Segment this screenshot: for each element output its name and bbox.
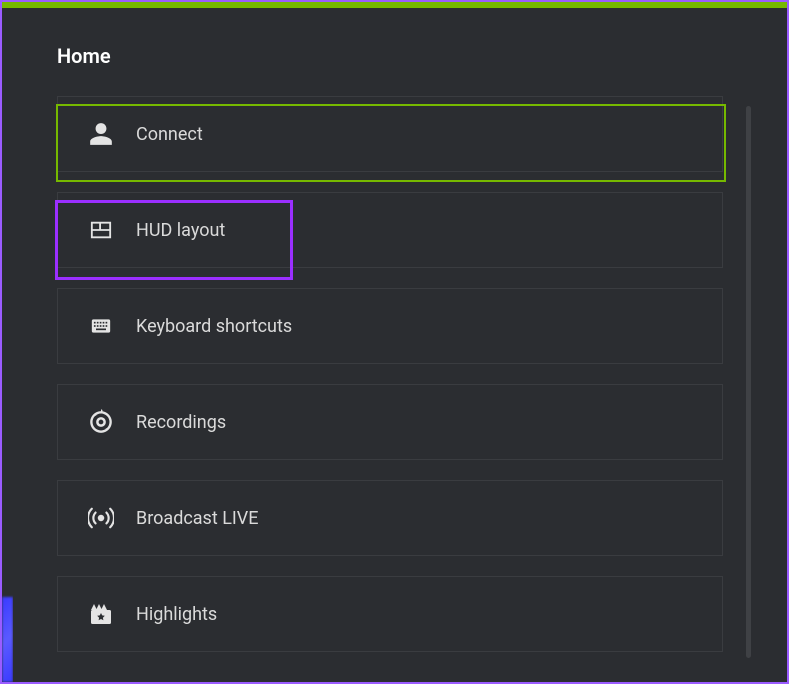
settings-panel: Home Connect HUD layout <box>13 8 787 682</box>
menu-list: Connect HUD layout <box>57 96 723 652</box>
page-title: Home <box>57 44 743 68</box>
menu-item-broadcast-live[interactable]: Broadcast LIVE <box>57 480 723 556</box>
menu-item-keyboard-shortcuts[interactable]: Keyboard shortcuts <box>57 288 723 364</box>
menu-item-label: Highlights <box>136 604 217 625</box>
menu-item-connect[interactable]: Connect <box>57 96 723 172</box>
menu-item-label: Broadcast LIVE <box>136 508 258 529</box>
menu-item-label: Keyboard shortcuts <box>136 316 292 337</box>
menu-item-hud-layout[interactable]: HUD layout <box>57 192 723 268</box>
menu-item-label: HUD layout <box>136 220 225 241</box>
record-icon <box>86 407 116 437</box>
keyboard-icon <box>86 311 116 341</box>
menu-item-label: Recordings <box>136 412 226 433</box>
scrollbar[interactable] <box>746 106 751 658</box>
person-icon <box>86 119 116 149</box>
menu-item-recordings[interactable]: Recordings <box>57 384 723 460</box>
menu-item-label: Connect <box>136 124 203 145</box>
clapper-icon <box>86 599 116 629</box>
broadcast-icon <box>86 503 116 533</box>
menu-item-highlights[interactable]: Highlights <box>57 576 723 652</box>
layout-icon <box>86 215 116 245</box>
left-edge-decoration <box>2 597 13 682</box>
